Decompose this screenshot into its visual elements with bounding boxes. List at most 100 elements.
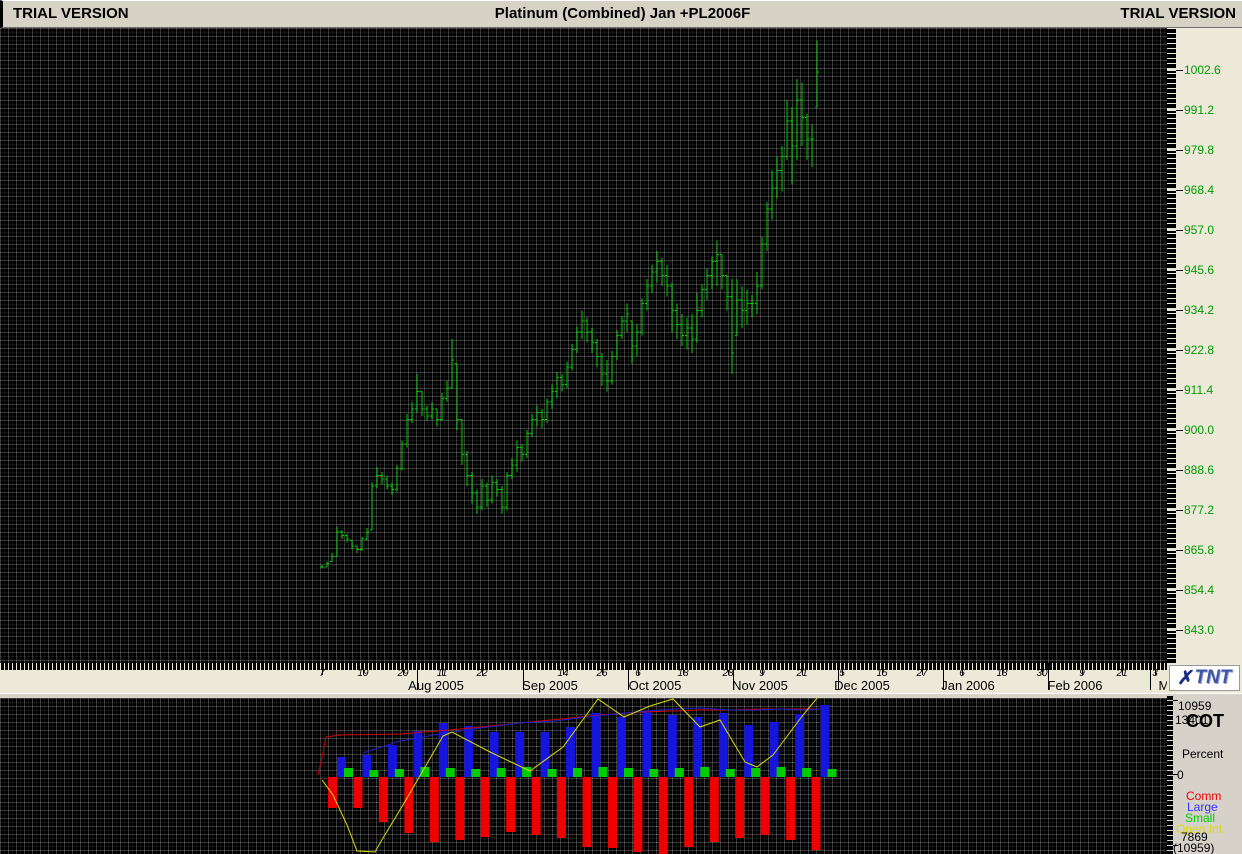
price-tick-major [1167,589,1176,591]
cot-subtitle: Percent [1182,748,1223,760]
price-tick-label: 900.0 [1184,423,1214,437]
small-bar [649,769,658,777]
comm-bar [379,777,388,822]
price-tick-label: 957.0 [1184,223,1214,237]
price-tick-major [1167,109,1176,111]
price-tick-label: 911.4 [1184,383,1213,397]
price-tick-major [1167,549,1176,551]
price-tick-label: 979.8 [1184,143,1214,157]
small-bar [726,769,735,777]
price-tick-major [1167,189,1176,191]
small-bar [522,767,531,777]
price-tick-label: 1002.6 [1184,63,1221,77]
tnt-logo[interactable]: ✗ TNT [1169,665,1240,691]
ohlc-bars [320,41,819,569]
price-chart-area[interactable] [0,28,1167,663]
comm-bar [583,777,592,847]
price-tick-label: 877.2 [1184,503,1214,517]
price-tick [1176,310,1183,311]
comm-bar [608,777,617,848]
cot-title: COT [1186,712,1224,730]
small-bar [548,769,557,777]
large-bar [821,705,830,777]
small-bar [573,768,582,777]
cot-zero-label: 0 [1177,769,1184,781]
price-tick-major [1167,69,1176,71]
small-bar [599,767,608,777]
price-tick [1176,270,1183,271]
price-tick [1176,110,1183,111]
price-tick [1176,190,1183,191]
large-bar [642,711,651,777]
small-bar [395,769,404,777]
logo-box: ✗ TNT [1167,663,1242,694]
comm-bar [430,777,439,842]
price-tick-major [1167,429,1176,431]
price-tick [1176,510,1183,511]
comm-bar [481,777,490,837]
comm-bar [786,777,795,840]
small-bar [497,768,506,777]
price-tick-major [1167,509,1176,511]
small-bar [471,769,480,777]
small-bar [751,768,760,777]
small-bar [700,767,709,777]
price-tick-major [1167,269,1176,271]
day-label: 22 [476,668,487,679]
trade-navigator-window: TRIAL VERSION Platinum (Combined) Jan +P… [0,0,1242,854]
day-label: 27 [916,668,927,679]
tnt-logo-text: TNT [1194,667,1231,689]
price-tick-label: 888.6 [1184,463,1214,477]
small-bar [369,770,378,777]
small-bar [675,768,684,777]
price-tick [1176,230,1183,231]
small-bar [828,769,837,777]
month-label: Mar 2006 [1159,678,1167,693]
day-label: 7 [319,668,325,679]
price-series [0,28,1167,663]
month-label: Feb 2006 [1048,678,1103,693]
comm-bar [812,777,821,850]
small-bar [344,768,353,777]
date-axis-tickstrip [0,663,1167,670]
price-tick-label: 991.2 [1184,103,1214,117]
cot-indicator-area[interactable] [0,698,1167,854]
month-tick [1150,663,1151,690]
price-tick-major [1167,629,1176,631]
price-tick-major [1167,389,1176,391]
comm-bar [532,777,541,835]
price-tick-label: 854.4 [1184,583,1214,597]
tnt-logo-icon: ✗ [1176,667,1195,690]
price-tick-label: 945.6 [1184,263,1214,277]
comm-bar [735,777,744,838]
month-label: Aug 2005 [408,678,464,693]
comm-bar [353,777,362,808]
price-tick-major [1167,309,1176,311]
day-label: 18 [996,668,1007,679]
day-label: 21 [1116,668,1127,679]
month-label: Sep 2005 [522,678,578,693]
price-tick [1176,70,1183,71]
month-label: Nov 2005 [732,678,788,693]
price-tick-label: 843.0 [1184,623,1214,637]
large-bar [719,713,728,777]
small-bar [446,768,455,777]
price-tick [1176,550,1183,551]
price-tick-label: 865.8 [1184,543,1214,557]
cot-info-panel: 10959 13401 COT Percent 0 Comm Large Sma… [1167,695,1242,854]
cot-series [0,698,1167,854]
date-axis[interactable]: 71929112214266182892151527618309213Aug 2… [0,663,1167,693]
month-label: Jan 2006 [941,678,995,693]
trial-version-right: TRIAL VERSION [1120,5,1236,22]
month-label: Oct 2005 [629,678,682,693]
price-tick-label: 968.4 [1184,183,1214,197]
price-tick [1176,390,1183,391]
day-label: 19 [357,668,368,679]
price-tick-major [1167,349,1176,351]
large-bar [668,715,677,777]
small-bar [802,768,811,777]
price-axis-tickstrip [1167,28,1176,663]
price-tick [1176,350,1183,351]
comm-bar [506,777,515,832]
price-axis[interactable]: 1002.6991.2979.8968.4957.0945.6934.2922.… [1167,28,1242,663]
